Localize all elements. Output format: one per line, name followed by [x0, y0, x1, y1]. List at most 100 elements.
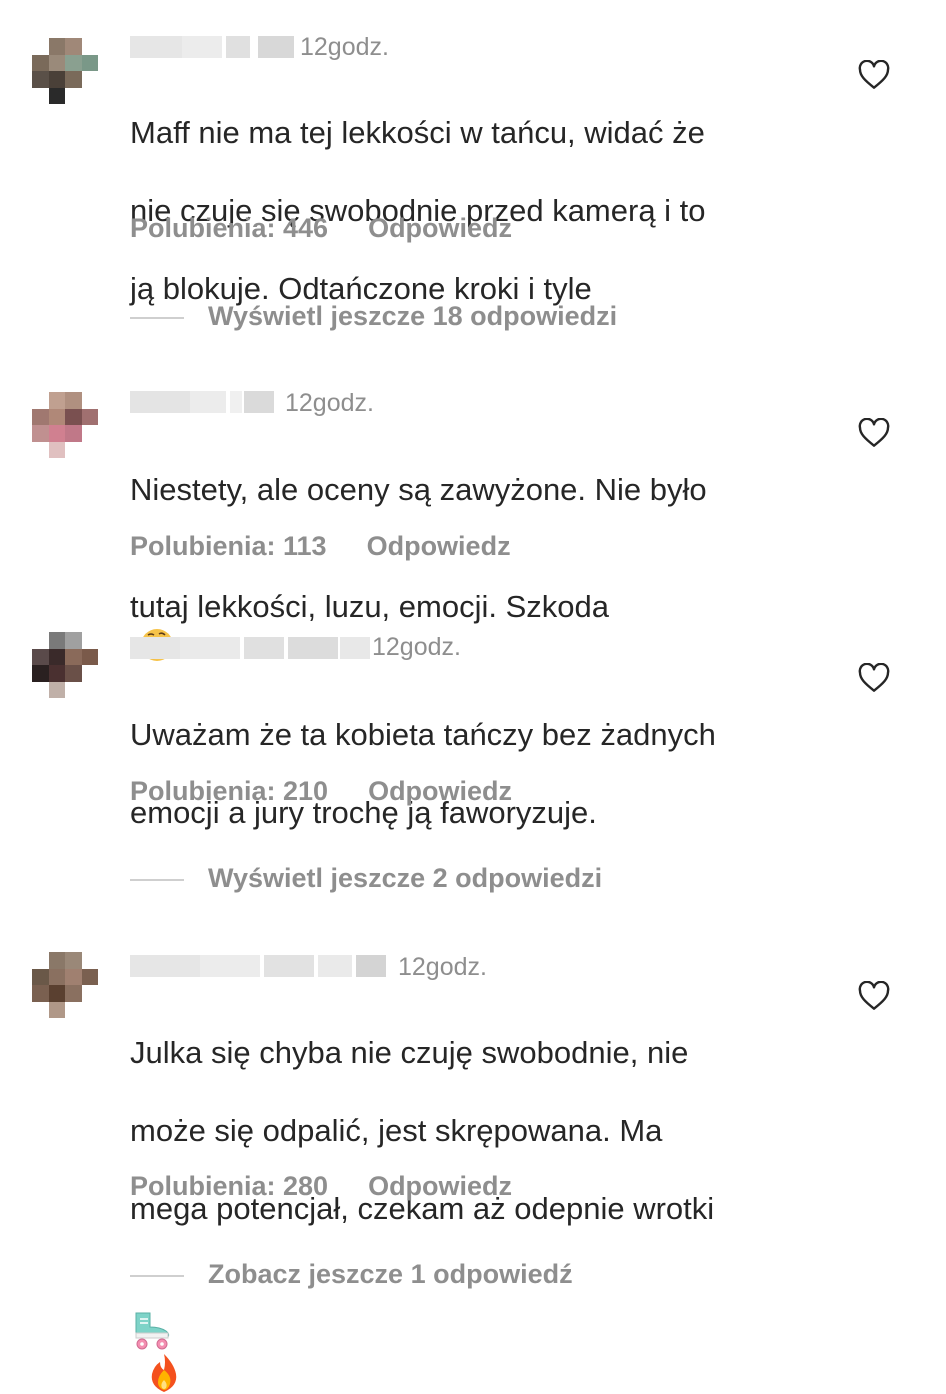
avatar-pixel — [81, 392, 98, 409]
comment-text-line: może się odpalić, jest skrępowana. Ma — [130, 1113, 663, 1148]
comment-timestamp: 12godz. — [285, 389, 374, 417]
replies-divider — [130, 316, 184, 319]
avatar-pixel — [81, 665, 98, 682]
avatar-pixel — [65, 968, 82, 985]
avatar-pixel — [48, 87, 65, 104]
avatar-pixel — [81, 1001, 98, 1018]
avatar-pixel — [48, 38, 65, 55]
comment-timestamp: 12godz. — [398, 953, 487, 981]
avatar-pixel — [32, 425, 49, 442]
avatar-pixel — [48, 648, 65, 665]
avatar[interactable] — [32, 952, 98, 1018]
avatar-pixel — [48, 665, 65, 682]
avatar-pixel — [48, 681, 65, 698]
reply-button[interactable]: Odpowiedz — [368, 1171, 512, 1201]
avatar-pixel — [81, 968, 98, 985]
avatar-pixel — [32, 408, 49, 425]
avatar-pixel — [32, 71, 49, 88]
avatar-pixel — [65, 985, 82, 1002]
username-blurred[interactable] — [130, 637, 370, 659]
comment-text-line: Niestety, ale oceny są zawyżone. Nie był… — [130, 472, 707, 507]
avatar-pixel — [81, 87, 98, 104]
view-replies-label: Zobacz jeszcze 1 odpowiedź — [208, 1259, 573, 1289]
avatar-pixel — [81, 985, 98, 1002]
avatar-pixel — [32, 392, 49, 409]
avatar-pixel — [48, 54, 65, 71]
avatar-pixel — [32, 1001, 49, 1018]
comment-meta: Polubienia: 446 Odpowiedz — [130, 212, 512, 244]
avatar-pixel — [32, 952, 49, 969]
reply-button[interactable]: Odpowiedz — [368, 776, 512, 806]
comment-text-line: Julka się chyba nie czuję swobodnie, nie — [130, 1035, 689, 1070]
comment-timestamp: 12godz. — [300, 33, 389, 61]
username-blurred[interactable] — [130, 955, 386, 977]
avatar-pixel — [32, 54, 49, 71]
avatar-pixel — [32, 665, 49, 682]
likes-count[interactable]: Polubienia: 446 — [130, 213, 328, 243]
avatar-pixel — [48, 632, 65, 649]
comment-text-line: Maff nie ma tej lekkości w tańcu, widać … — [130, 115, 705, 150]
avatar-pixel — [81, 54, 98, 71]
fire-icon — [151, 1353, 177, 1392]
avatar-pixel — [81, 441, 98, 458]
comment-text-segment: tutaj lekkości, luzu, emocji. Szkoda — [130, 589, 609, 624]
avatar-pixel — [65, 952, 82, 969]
avatar-pixel — [32, 441, 49, 458]
avatar-pixel — [81, 38, 98, 55]
heart-icon[interactable] — [858, 418, 890, 448]
avatar-pixel — [48, 71, 65, 88]
avatar[interactable] — [32, 392, 98, 458]
view-replies-button[interactable]: Zobacz jeszcze 1 odpowiedź — [130, 1258, 573, 1290]
heart-icon[interactable] — [858, 981, 890, 1011]
avatar-pixel — [32, 648, 49, 665]
comment-timestamp: 12godz. — [372, 633, 461, 661]
avatar-pixel — [32, 38, 49, 55]
roller-skate-icon — [135, 1312, 170, 1350]
avatar-pixel — [48, 985, 65, 1002]
avatar[interactable] — [32, 632, 98, 698]
reply-button[interactable]: Odpowiedz — [368, 213, 512, 243]
avatar-pixel — [65, 632, 82, 649]
avatar-pixel — [65, 87, 82, 104]
avatar-pixel — [65, 71, 82, 88]
avatar-pixel — [81, 681, 98, 698]
avatar-pixel — [65, 665, 82, 682]
avatar-pixel — [65, 408, 82, 425]
avatar-pixel — [81, 632, 98, 649]
comment-text: Niestety, ale oceny są zawyżone. Nie był… — [130, 431, 830, 704]
avatar-pixel — [32, 87, 49, 104]
reply-button[interactable]: Odpowiedz — [367, 531, 511, 561]
username-blurred[interactable] — [130, 391, 275, 413]
avatar-pixel — [65, 441, 82, 458]
comment-meta: Polubienia: 113 Odpowiedz — [130, 530, 511, 562]
avatar[interactable] — [32, 38, 98, 104]
view-replies-button[interactable]: Wyświetl jeszcze 2 odpowiedzi — [130, 862, 602, 894]
avatar-pixel — [48, 392, 65, 409]
avatar-pixel — [65, 1001, 82, 1018]
avatar-pixel — [81, 408, 98, 425]
replies-divider — [130, 1274, 184, 1277]
avatar-pixel — [65, 425, 82, 442]
avatar-pixel — [48, 441, 65, 458]
avatar-pixel — [65, 38, 82, 55]
view-replies-label: Wyświetl jeszcze 2 odpowiedzi — [208, 863, 603, 893]
likes-count[interactable]: Polubienia: 210 — [130, 776, 328, 806]
heart-icon[interactable] — [858, 663, 890, 693]
username-blurred[interactable] — [130, 36, 295, 58]
avatar-pixel — [81, 952, 98, 969]
comment-text: Uważam że ta kobieta tańczy bez żadnych … — [130, 676, 830, 871]
likes-count[interactable]: Polubienia: 280 — [130, 1171, 328, 1201]
view-replies-button[interactable]: Wyświetl jeszcze 18 odpowiedzi — [130, 300, 617, 332]
avatar-pixel — [65, 54, 82, 71]
avatar-pixel — [81, 71, 98, 88]
avatar-pixel — [32, 632, 49, 649]
avatar-pixel — [32, 681, 49, 698]
avatar-pixel — [48, 1001, 65, 1018]
avatar-pixel — [65, 681, 82, 698]
avatar-pixel — [65, 392, 82, 409]
comment-meta: Polubienia: 280 Odpowiedz — [130, 1170, 512, 1202]
heart-icon[interactable] — [858, 60, 890, 90]
likes-count[interactable]: Polubienia: 113 — [130, 531, 327, 561]
avatar-pixel — [32, 985, 49, 1002]
avatar-pixel — [48, 425, 65, 442]
